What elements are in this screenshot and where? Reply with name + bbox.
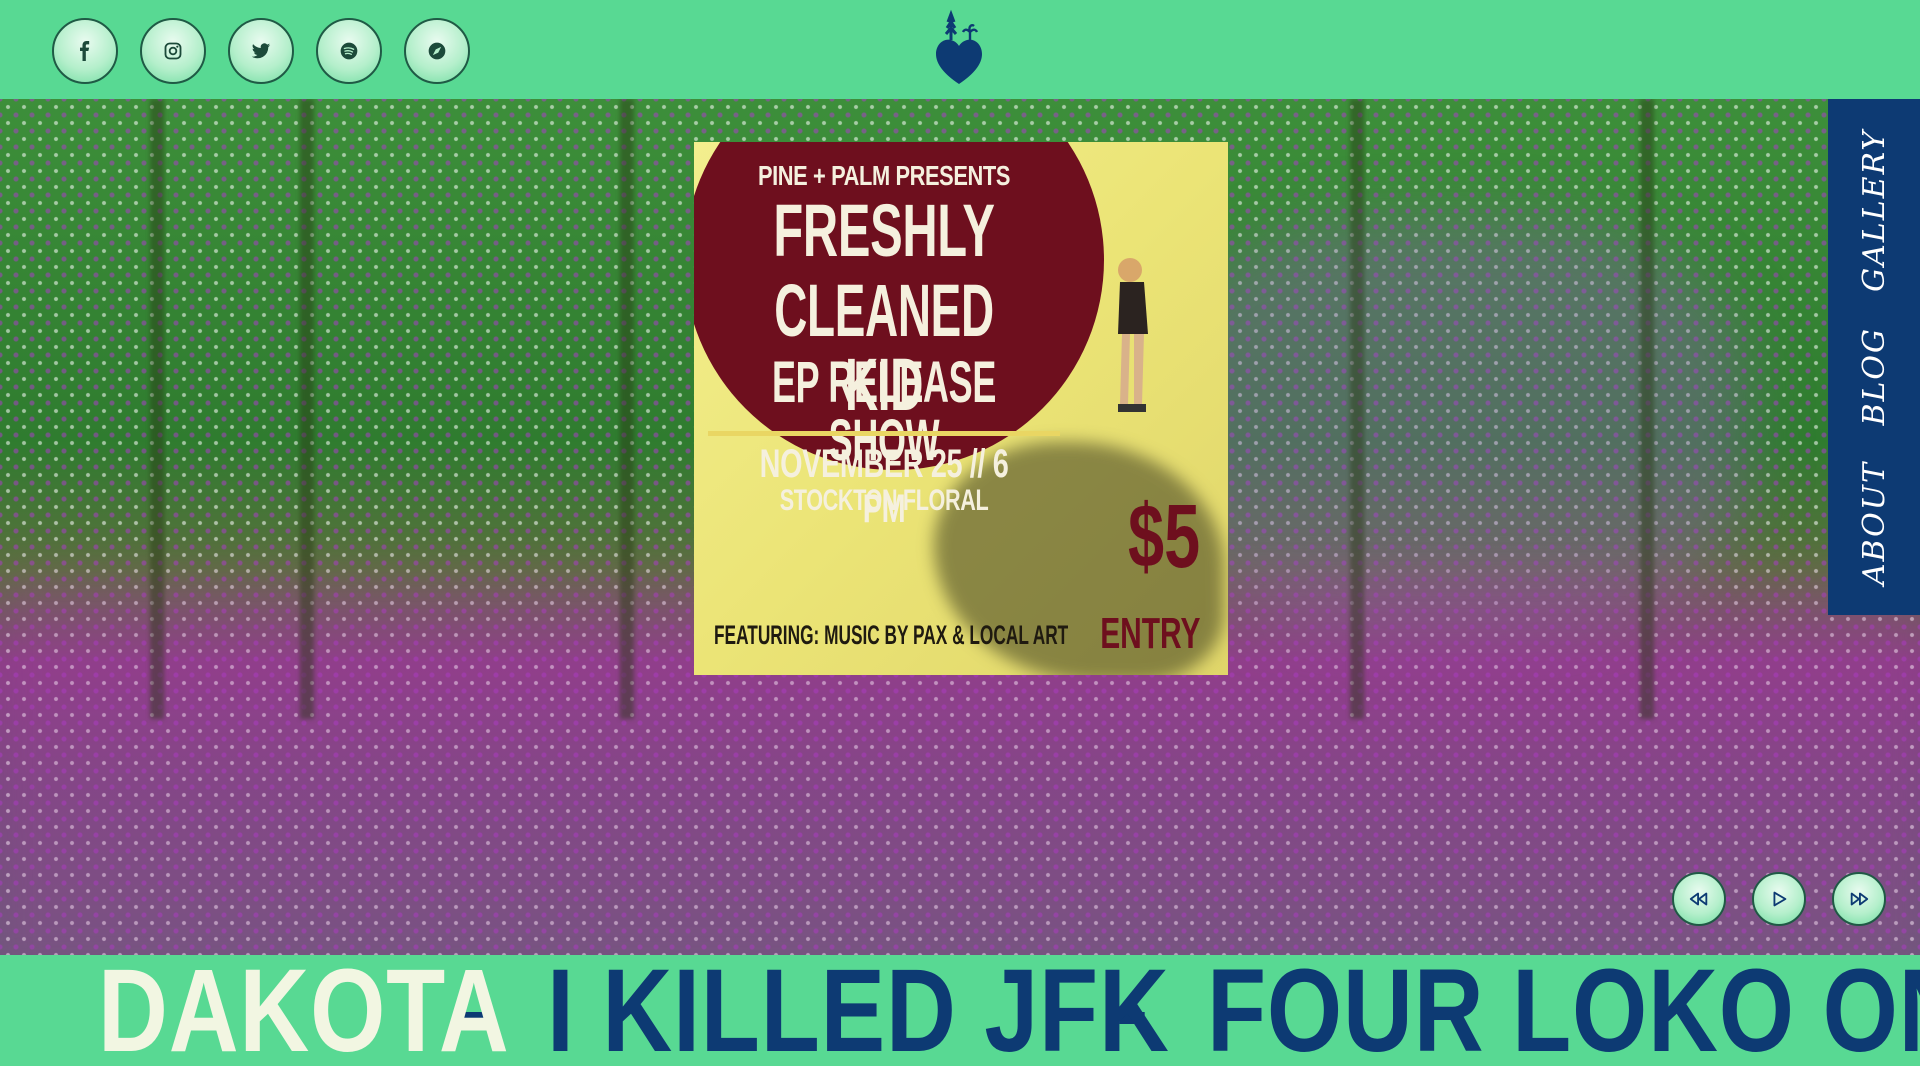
marquee-track: DAKOTA - I KILLED JFK - FOUR LOKO ONO: [98, 955, 1920, 1066]
facebook-button[interactable]: [52, 18, 118, 84]
top-bar: [0, 0, 1920, 99]
twitter-icon: [251, 43, 271, 59]
player-controls: [1672, 872, 1886, 926]
tree-trunk: [1640, 99, 1654, 719]
poster-entry: ENTRY: [1099, 609, 1200, 658]
social-links: [52, 18, 470, 84]
heart-palm-logo-icon[interactable]: [934, 8, 984, 86]
tree-trunk: [620, 99, 634, 719]
rewind-icon: [1689, 892, 1708, 906]
track-i-killed-jfk[interactable]: I KILLED JFK: [547, 955, 1169, 1066]
poster-featuring: FEATURING: MUSIC BY PAX & LOCAL ART: [714, 620, 1069, 650]
nav-blog[interactable]: BLOG: [1857, 327, 1892, 426]
spotify-icon: [340, 42, 358, 60]
nav-gallery[interactable]: GALLERY: [1857, 129, 1892, 292]
child-figure: [1118, 258, 1148, 412]
compass-button[interactable]: [404, 18, 470, 84]
poster-venue: STOCKTON FLORAL: [779, 484, 989, 517]
track-dakota[interactable]: DAKOTA: [98, 955, 509, 1066]
instagram-icon: [164, 42, 182, 60]
tree-trunk: [300, 99, 314, 719]
track-four-loko-ono[interactable]: FOUR LOKO ONO: [1207, 955, 1920, 1066]
spotify-button[interactable]: [316, 18, 382, 84]
facebook-icon: [80, 41, 90, 61]
tree-trunk: [1350, 99, 1364, 719]
track-marquee: DAKOTA - I KILLED JFK - FOUR LOKO ONO: [0, 955, 1920, 1066]
compass-icon: [428, 42, 446, 60]
side-navigation: GALLERY BLOG ABOUT: [1828, 99, 1920, 615]
rewind-button[interactable]: [1672, 872, 1726, 926]
poster-divider: [708, 431, 1060, 436]
poster-price: $5: [1127, 487, 1200, 587]
fast-forward-icon: [1850, 892, 1869, 906]
nav-about[interactable]: ABOUT: [1857, 461, 1892, 585]
instagram-button[interactable]: [140, 18, 206, 84]
poster-title-line1: FRESHLY: [773, 189, 995, 272]
play-icon: [1773, 891, 1787, 907]
event-poster[interactable]: PINE + PALM PRESENTS FRESHLY CLEANED KID…: [694, 142, 1228, 675]
fast-forward-button[interactable]: [1832, 872, 1886, 926]
play-button[interactable]: [1752, 872, 1806, 926]
twitter-button[interactable]: [228, 18, 294, 84]
poster-presents: PINE + PALM PRESENTS: [757, 160, 1011, 191]
tree-trunk: [150, 99, 164, 719]
